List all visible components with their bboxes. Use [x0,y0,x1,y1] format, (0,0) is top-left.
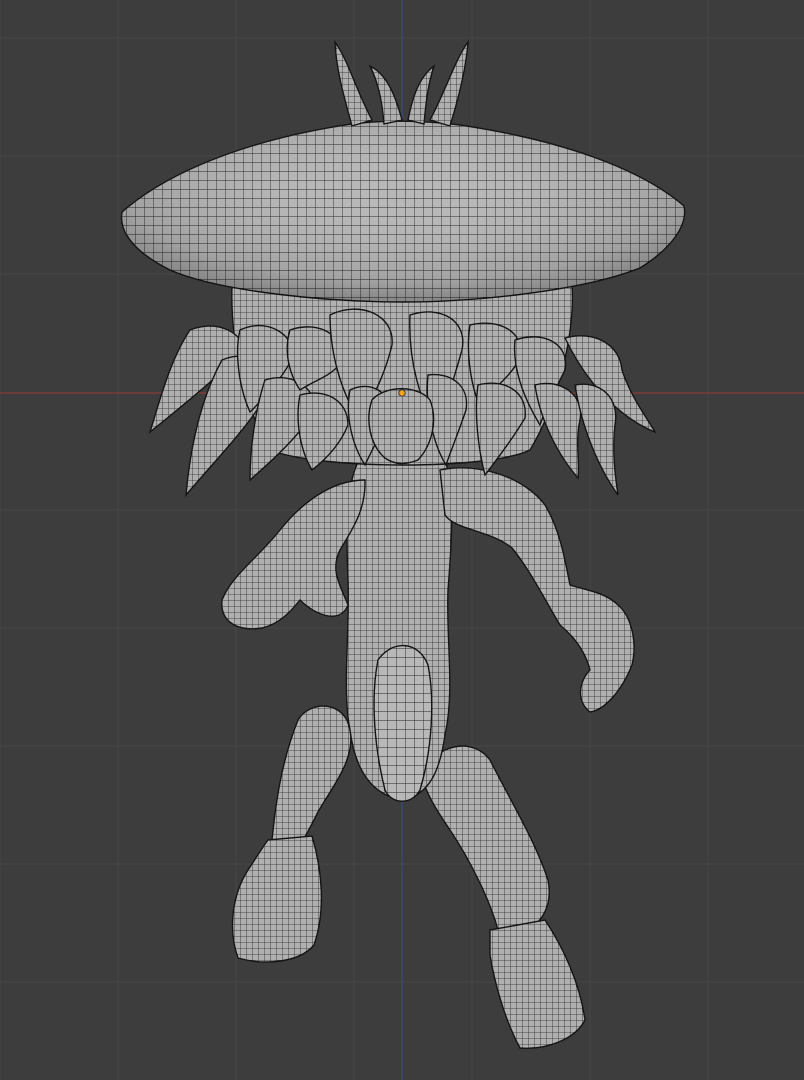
right-arm[interactable] [439,467,635,713]
right-leg[interactable] [419,745,550,931]
head-spike-3[interactable] [407,64,436,125]
3d-viewport[interactable] [0,0,804,1080]
left-leg[interactable] [271,705,352,846]
left-arm[interactable] [221,479,366,630]
tail[interactable] [373,644,433,802]
left-foot[interactable] [231,835,323,963]
character-mesh[interactable] [120,39,686,1049]
viewport-canvas[interactable] [0,0,804,1080]
tentacle[interactable] [574,383,619,496]
origin-point [398,389,406,397]
head-spike-2[interactable] [368,64,403,125]
head-spike-4[interactable] [428,39,469,127]
tentacle[interactable] [475,382,526,477]
right-foot[interactable] [489,919,586,1049]
tentacle[interactable] [534,382,582,480]
